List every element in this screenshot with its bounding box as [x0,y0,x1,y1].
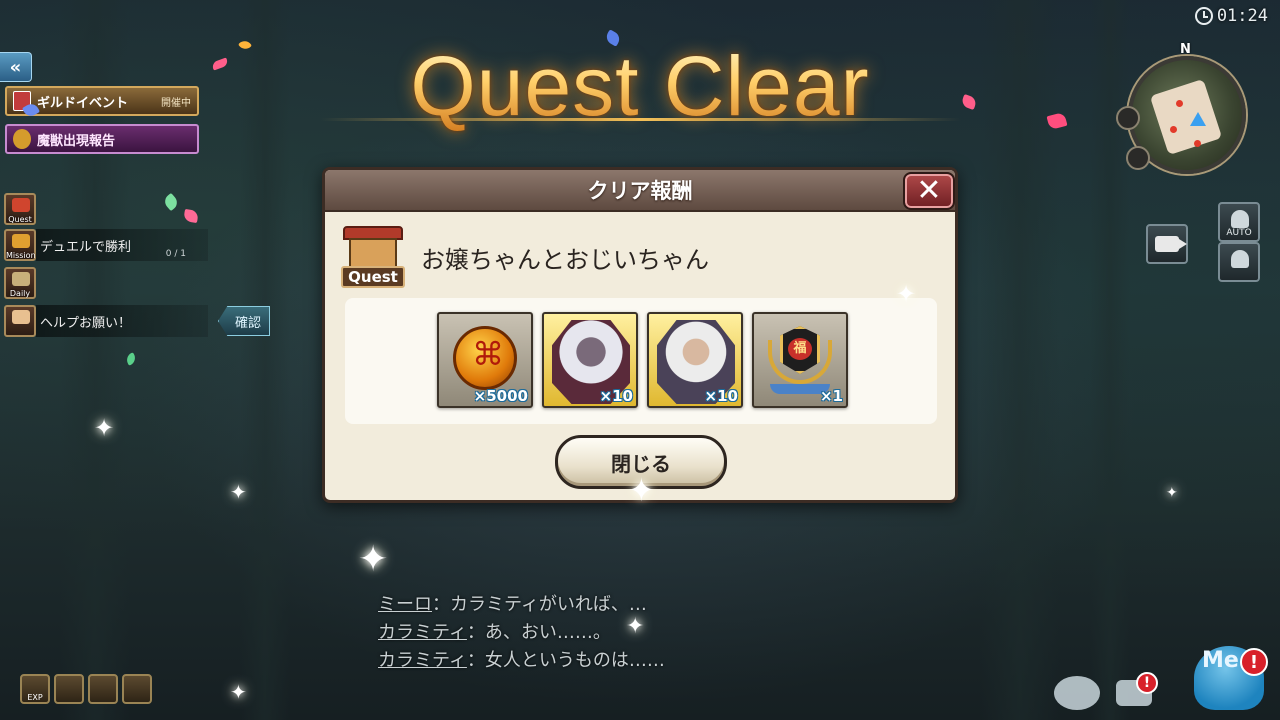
confetti-petal [161,192,181,212]
map-pet-button[interactable] [1126,146,1150,170]
quest-info: Quest お嬢ちゃんとおじいちゃん [341,226,709,288]
party-icon [1231,250,1249,268]
side-menu-quest[interactable]: Quest [4,193,36,225]
quest-badge-label: Quest [341,266,405,288]
mission-text: デュエルで勝利 0 / 1 [36,229,208,261]
reward-qty: ×5000 [473,387,528,405]
conversation-line: カラミティ：女人というものは…… [378,647,665,675]
exp-boost-button[interactable]: EXP [20,674,50,704]
beast-icon [13,129,31,149]
map-zoom-button[interactable] [1116,106,1140,130]
sparkle-icon: ✦ [358,539,389,580]
conversation-line: ミーロ：カラミティがいれば、… [378,591,665,619]
dialog-header: クリア報酬 [325,170,955,212]
mission-icon: Mission [4,229,36,261]
map-marker-dot [1170,126,1177,133]
confirm-button[interactable]: 確認 [218,306,270,336]
side-menu-help[interactable]: ヘルプお願い！ [4,305,208,337]
sparkle-icon: ✦ [896,280,917,308]
fortune-medal-icon: 福 [768,322,832,394]
handshake-icon [4,305,36,337]
reward-item[interactable]: 福 ×1 [752,312,848,408]
help-label: ヘルプお願い！ [40,315,132,331]
quest-name: お嬢ちゃんとおじいちゃん [421,245,709,274]
menu-alert-badge: ! [1240,648,1268,676]
double-chevron-left-icon: « [9,56,22,78]
quest-book-icon: Quest [4,193,36,225]
sparkle-icon: ✦ [94,414,115,442]
guild-event-status: 開催中 [161,97,191,109]
beast-report-label: 魔獣出現報告 [37,133,116,149]
reward-qty: ×10 [704,387,738,405]
exp-label: EXP [27,693,43,702]
stamp-chat-button[interactable] [1054,676,1100,710]
mission-label: デュエルで勝利 [40,239,132,255]
close-icon: ✕ [916,173,942,208]
clear-reward-dialog: クリア報酬 ✕ Quest お嬢ちゃんとおじいちゃん ×5000 ×10 ×10 [322,167,958,503]
conversation-log: ミーロ：カラミティがいれば、… カラミティ：あ、おい……。 カラミティ：女人とい… [378,591,665,675]
compass-north-label: N [1180,42,1191,57]
map-marker-dot [1194,140,1201,147]
mission-progress: 0 / 1 [165,249,186,259]
collapse-menu-button[interactable]: « [0,52,32,82]
auto-label: AUTO [1226,228,1252,238]
speaker-name[interactable]: ミーロ [378,594,432,615]
reward-qty: ×1 [819,387,843,405]
guild-event-label: ギルドイベント [37,95,129,111]
reward-list: ×5000 ×10 ×10 福 ×1 [437,312,848,408]
menu-mascot-button[interactable]: Me [1180,636,1276,720]
mascot-label: Me [1202,648,1239,673]
camera-button[interactable] [1146,224,1188,264]
sparkle-icon: ✦ [628,471,655,509]
gold-boost-button[interactable] [54,674,84,704]
play-timer: 01:24 [1194,6,1268,26]
rewards-panel: ×5000 ×10 ×10 福 ×1 [345,298,937,424]
reward-qty: ×10 [599,387,633,405]
auto-person-icon [1231,210,1249,228]
video-camera-icon [1155,236,1187,252]
speech-text: ：あ、おい……。 [466,622,611,643]
beast-report-banner[interactable]: 魔獣出現報告 [5,124,199,154]
chat-alert-badge: ! [1136,672,1158,694]
clock-icon [1194,7,1213,25]
gold-coin-icon [453,326,517,390]
side-menu-daily[interactable]: Daily [4,267,36,299]
sparkle-icon: ✦ [626,614,645,639]
sparkle-icon: ✦ [230,680,247,704]
speaker-name[interactable]: カラミティ [378,622,467,643]
speech-text: ：女人というものは…… [466,650,665,671]
medal-glyph: 福 [788,338,812,360]
guild-boost-button[interactable] [122,674,152,704]
reward-item[interactable]: ×10 [542,312,638,408]
reward-item[interactable]: ×10 [647,312,743,408]
sparkle-icon: ✦ [230,480,247,504]
confetti-petal [183,208,199,224]
auto-button[interactable]: AUTO [1218,202,1260,242]
party-button[interactable] [1218,242,1260,282]
sparkle-icon: ✦ [1166,485,1178,501]
timer-text: 01:24 [1216,6,1268,26]
speaker-name[interactable]: カラミティ [378,650,467,671]
map-marker-dot [1176,100,1183,107]
help-text: ヘルプお願い！ [36,305,208,337]
drop-boost-button[interactable] [88,674,118,704]
reward-item[interactable]: ×5000 [437,312,533,408]
conversation-line: カラミティ：あ、おい……。 [378,619,665,647]
dialog-close-button[interactable]: ✕ [903,172,955,210]
speech-text: ：カラミティがいれば、… [432,594,647,615]
player-arrow-icon [1190,112,1206,126]
side-menu-mission[interactable]: Mission デュエルで勝利 0 / 1 [4,229,208,261]
quest-board-icon: Quest [341,226,405,288]
daily-scroll-icon: Daily [4,267,36,299]
